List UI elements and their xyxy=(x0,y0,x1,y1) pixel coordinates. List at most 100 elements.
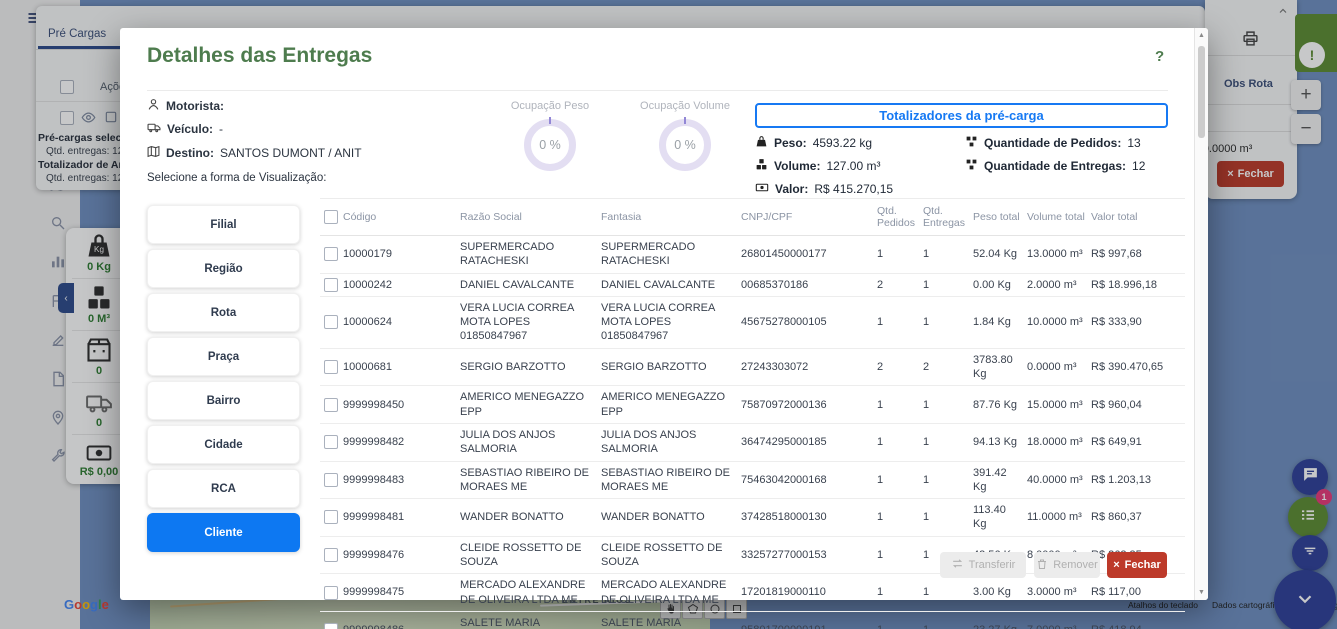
cell-qtd-pedidos: 1 xyxy=(873,499,919,537)
row-checkbox[interactable] xyxy=(324,473,338,487)
cell-cnpj: 45675278000105 xyxy=(737,296,873,348)
cell-qtd-pedidos: 1 xyxy=(873,536,919,574)
row-checkbox[interactable] xyxy=(324,435,338,449)
table-header-row: Código Razão Social Fantasia CNPJ/CPF Qt… xyxy=(320,199,1185,236)
row-checkbox[interactable] xyxy=(324,623,338,629)
cell-qtd-entregas: 1 xyxy=(919,236,969,274)
cell-volume-total: 10.0000 m³ xyxy=(1023,296,1087,348)
cell-codigo: 10000242 xyxy=(343,279,392,291)
cell-codigo: 9999998481 xyxy=(343,511,404,523)
cell-fantasia: DANIEL CAVALCANTE xyxy=(597,273,737,296)
cell-razao-social: WANDER BONATTO xyxy=(456,499,597,537)
scroll-up-arrow[interactable]: ▲ xyxy=(1195,32,1208,39)
remove-button[interactable]: Remover xyxy=(1034,552,1100,578)
total-valor: Valor:R$ 415.270,15 xyxy=(755,181,893,197)
cell-codigo: 9999998483 xyxy=(343,474,404,486)
cell-volume-total: 13.0000 m³ xyxy=(1023,236,1087,274)
cell-qtd-entregas: 1 xyxy=(919,423,969,461)
view-mode-button[interactable]: Região xyxy=(147,249,300,288)
cell-codigo: 9999998486 xyxy=(343,624,404,629)
scroll-thumb[interactable] xyxy=(1198,46,1205,138)
cell-cnpj: 33257277000153 xyxy=(737,536,873,574)
row-checkbox[interactable] xyxy=(324,586,338,600)
table-row: 10000179 SUPERMERCADO RATACHESKI SUPERME… xyxy=(320,236,1185,274)
map-icon xyxy=(147,145,160,161)
cell-qtd-entregas: 1 xyxy=(919,611,969,629)
table-row: 9999998475 MERCADO ALEXANDRE DE OLIVEIRA… xyxy=(320,574,1185,612)
row-checkbox[interactable] xyxy=(324,315,338,329)
total-peso: Peso:4593.22 kg xyxy=(755,135,872,151)
close-modal-button[interactable]: × Fechar xyxy=(1107,552,1167,578)
cell-qtd-pedidos: 1 xyxy=(873,423,919,461)
cell-cnpj: 17201819000110 xyxy=(737,574,873,612)
row-checkbox[interactable] xyxy=(324,510,338,524)
cell-valor-total: R$ 997,68 xyxy=(1087,236,1185,274)
cell-fantasia: MERCADO ALEXANDRE DE OLIVEIRA LTDA ME xyxy=(597,574,737,612)
cell-fantasia: WANDER BONATTO xyxy=(597,499,737,537)
cell-qtd-pedidos: 1 xyxy=(873,461,919,499)
cell-fantasia: AMERICO MENEGAZZO EPP xyxy=(597,386,737,424)
trash-icon xyxy=(1036,558,1048,573)
cell-razao-social: SALETE MARIA AGOSTINI MARTINS ME xyxy=(456,611,597,629)
view-mode-button[interactable]: Cliente xyxy=(147,513,300,552)
cell-qtd-pedidos: 2 xyxy=(873,273,919,296)
view-mode-button[interactable]: Rota xyxy=(147,293,300,332)
help-button[interactable]: ? xyxy=(1155,48,1164,65)
cell-qtd-pedidos: 1 xyxy=(873,386,919,424)
modal-scrollbar[interactable]: ▲ ▼ xyxy=(1194,28,1208,600)
cell-volume-total: 18.0000 m³ xyxy=(1023,423,1087,461)
cell-qtd-pedidos: 1 xyxy=(873,236,919,274)
gauge-ocupacao-volume: Ocupação Volume 0 % xyxy=(595,100,775,171)
cell-codigo: 9999998475 xyxy=(343,586,404,598)
cell-fantasia: JULIA DOS ANJOS SALMORIA xyxy=(597,423,737,461)
cubes-icon xyxy=(755,158,768,174)
cell-codigo: 9999998450 xyxy=(343,399,404,411)
cell-codigo: 9999998482 xyxy=(343,436,404,448)
cell-codigo: 10000624 xyxy=(343,316,392,328)
row-checkbox[interactable] xyxy=(324,360,338,374)
table-row: 9999998482 JULIA DOS ANJOS SALMORIA JULI… xyxy=(320,423,1185,461)
scroll-down-arrow[interactable]: ▼ xyxy=(1195,589,1208,596)
cell-codigo: 10000179 xyxy=(343,248,392,260)
row-checkbox[interactable] xyxy=(324,278,338,292)
cell-fantasia: CLEIDE ROSSETTO DE SOUZA xyxy=(597,536,737,574)
cell-qtd-entregas: 1 xyxy=(919,296,969,348)
close-icon: × xyxy=(1113,559,1119,571)
cell-volume-total: 11.0000 m³ xyxy=(1023,499,1087,537)
row-checkbox[interactable] xyxy=(324,398,338,412)
cell-codigo: 9999998476 xyxy=(343,549,404,561)
cell-volume-total: 2.0000 m³ xyxy=(1023,273,1087,296)
cell-peso-total: 3783.80 Kg xyxy=(969,348,1023,386)
cell-qtd-entregas: 1 xyxy=(919,273,969,296)
cell-volume-total: 7.0000 m³ xyxy=(1023,611,1087,629)
transfer-button[interactable]: Transferir xyxy=(940,552,1026,578)
row-checkbox[interactable] xyxy=(324,548,338,562)
cell-valor-total: R$ 390.470,65 xyxy=(1087,348,1185,386)
cell-qtd-entregas: 1 xyxy=(919,461,969,499)
cell-qtd-entregas: 1 xyxy=(919,574,969,612)
row-checkbox[interactable] xyxy=(324,247,338,261)
cell-valor-total: R$ 1.203,13 xyxy=(1087,461,1185,499)
money-icon xyxy=(755,181,769,197)
table-row: 10000624 VERA LUCIA CORREA MOTA LOPES 01… xyxy=(320,296,1185,348)
view-mode-button[interactable]: Cidade xyxy=(147,425,300,464)
cell-qtd-pedidos: 1 xyxy=(873,611,919,629)
cell-razao-social: DANIEL CAVALCANTE xyxy=(456,273,597,296)
cell-peso-total: 87.76 Kg xyxy=(969,386,1023,424)
modal-title: Detalhes das Entregas xyxy=(147,44,372,68)
cell-qtd-pedidos: 1 xyxy=(873,296,919,348)
table-row: 9999998481 WANDER BONATTO WANDER BONATTO… xyxy=(320,499,1185,537)
cell-peso-total: 391.42 Kg xyxy=(969,461,1023,499)
cell-qtd-entregas: 1 xyxy=(919,386,969,424)
view-mode-button[interactable]: Filial xyxy=(147,205,300,244)
cell-valor-total: R$ 117,00 xyxy=(1087,574,1185,612)
cell-razao-social: SEBASTIAO RIBEIRO DE MORAES ME xyxy=(456,461,597,499)
destino-row: Destino:SANTOS DUMONT / ANIT xyxy=(147,145,362,161)
view-mode-button[interactable]: Praça xyxy=(147,337,300,376)
view-mode-button[interactable]: Bairro xyxy=(147,381,300,420)
motorista-row: Motorista: xyxy=(147,98,230,114)
cell-valor-total: R$ 18.996,18 xyxy=(1087,273,1185,296)
cell-cnpj: 00685370186 xyxy=(737,273,873,296)
view-mode-button[interactable]: RCA xyxy=(147,469,300,508)
select-all-rows-checkbox[interactable] xyxy=(324,210,338,224)
